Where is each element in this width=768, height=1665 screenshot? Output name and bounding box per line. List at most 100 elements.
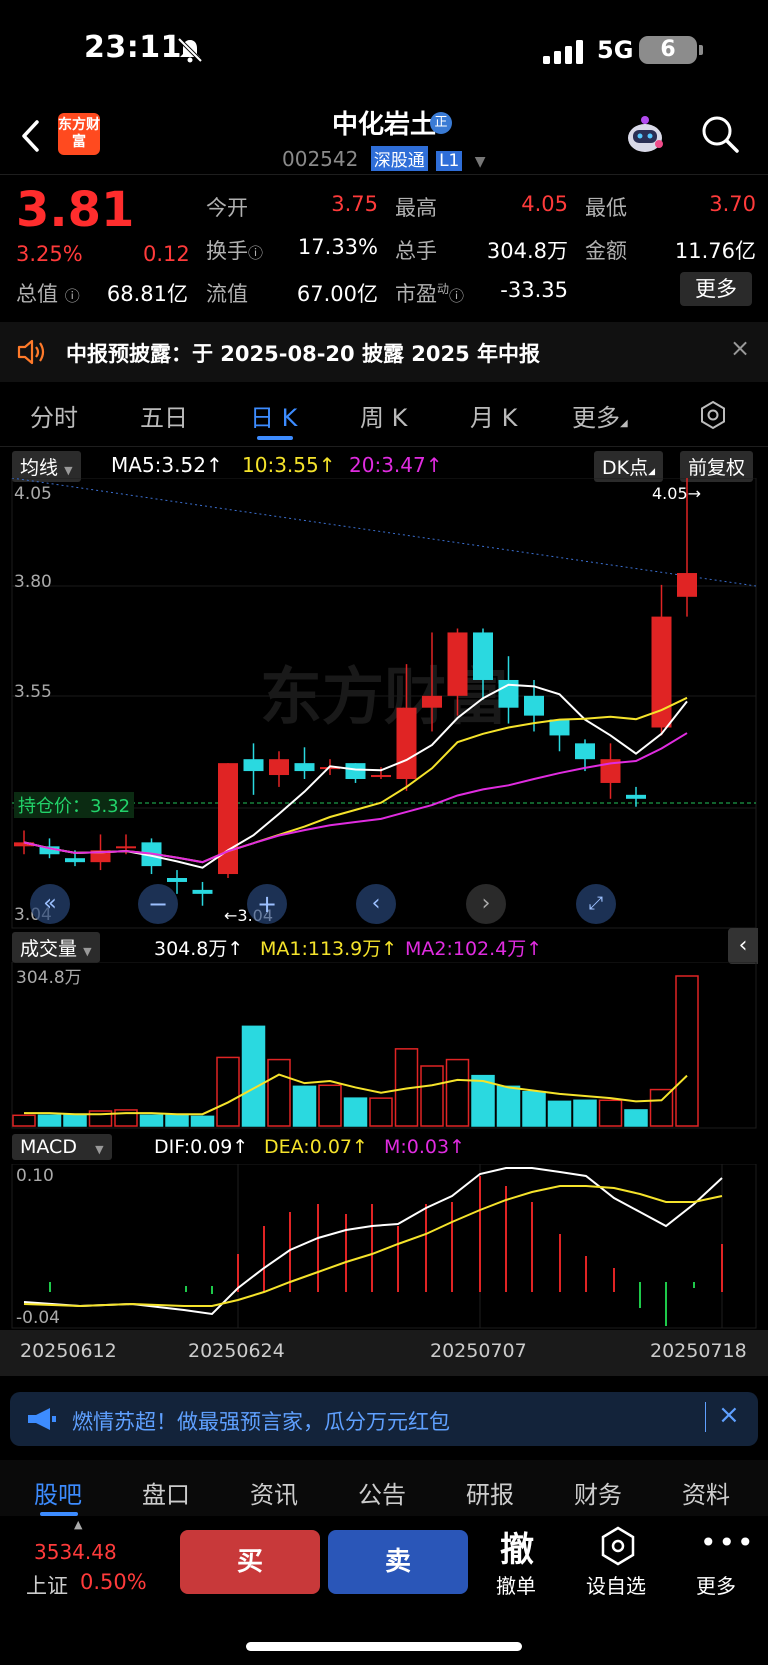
buy-button[interactable]: 买 bbox=[180, 1530, 320, 1594]
ma10-text: 10:3.55 bbox=[242, 453, 319, 477]
tab-active-indicator bbox=[40, 1512, 78, 1516]
volume-bar bbox=[649, 1088, 674, 1127]
index-name[interactable]: 上证 bbox=[26, 1570, 68, 1600]
turnover-value: 17.33% bbox=[297, 235, 378, 259]
clock: 23:11 bbox=[84, 30, 182, 65]
volume-bar bbox=[318, 1084, 342, 1127]
candle-body bbox=[116, 846, 136, 849]
volume-axis-top: 304.8万 bbox=[16, 968, 82, 988]
tab-finance[interactable]: 财务 bbox=[574, 1475, 622, 1510]
mute-bell-icon bbox=[177, 37, 203, 63]
candle-body bbox=[167, 878, 187, 882]
date-label: 20250624 bbox=[188, 1340, 285, 1362]
divider bbox=[0, 174, 768, 175]
macd-dea: DEA:0.07↑ bbox=[264, 1136, 368, 1158]
add-watchlist-label[interactable]: 设自选 bbox=[586, 1570, 646, 1599]
collapse-panel-button[interactable]: ‹ bbox=[728, 928, 758, 964]
network-type: 5G bbox=[597, 36, 634, 64]
date-label: 20250707 bbox=[430, 1340, 527, 1362]
turnover-label-text: 换手 bbox=[206, 239, 248, 263]
volume-bar bbox=[190, 1115, 215, 1127]
candle-body bbox=[371, 775, 391, 778]
macd-dea-text: DEA:0.07 bbox=[264, 1136, 353, 1158]
dropdown-caret-icon[interactable]: ▼ bbox=[475, 154, 486, 170]
ma20-text: 20:3.47 bbox=[349, 453, 426, 477]
volume-current: 304.8万↑ bbox=[154, 938, 244, 960]
settings-gear-icon[interactable] bbox=[698, 400, 728, 430]
tab-research[interactable]: 研报 bbox=[466, 1475, 514, 1510]
ma5-label: MA5:3.52↑ bbox=[111, 453, 223, 477]
scroll-left-button[interactable]: « bbox=[30, 884, 70, 924]
tab-active-indicator bbox=[257, 436, 293, 440]
info-icon[interactable]: ⓘ bbox=[248, 244, 263, 262]
sell-button[interactable]: 卖 bbox=[328, 1530, 468, 1594]
tab-more[interactable]: 更多◢ bbox=[572, 398, 628, 433]
next-button[interactable]: › bbox=[466, 884, 506, 924]
cancel-order-icon[interactable]: 撤 bbox=[500, 1522, 534, 1571]
macd-m-text: M:0.03 bbox=[384, 1136, 450, 1158]
volume-bar bbox=[165, 1114, 189, 1127]
high-value: 4.05 bbox=[521, 192, 568, 216]
pe-label: 市盈动ⓘ bbox=[395, 278, 464, 308]
close-icon[interactable]: × bbox=[718, 1400, 740, 1430]
tab-announce[interactable]: 公告 bbox=[358, 1475, 406, 1510]
cost-price-label: 持仓价：3.32 bbox=[14, 792, 135, 818]
zoom-out-button[interactable]: − bbox=[138, 884, 178, 924]
megaphone-icon bbox=[28, 1408, 56, 1430]
volume-bar bbox=[522, 1090, 546, 1127]
volume-bar bbox=[624, 1109, 648, 1127]
tab-weekly[interactable]: 周 K bbox=[360, 398, 407, 433]
cancel-order-label[interactable]: 撤单 bbox=[496, 1570, 536, 1599]
candle-body bbox=[243, 759, 264, 772]
fullscreen-icon[interactable]: ⤢ bbox=[576, 884, 616, 924]
tab-monthly[interactable]: 月 K bbox=[470, 398, 517, 433]
candle-body bbox=[575, 743, 595, 760]
promo-banner[interactable]: 燃情苏超！做最强预言家，瓜分万元红包 × bbox=[10, 1392, 758, 1446]
y-axis-top: 4.05 bbox=[14, 484, 52, 504]
tab-news[interactable]: 资讯 bbox=[250, 1475, 298, 1510]
volume-bar bbox=[369, 1097, 393, 1127]
mcap-label-text: 总值 bbox=[16, 282, 58, 306]
prev-button[interactable]: ‹ bbox=[356, 884, 396, 924]
macd-dif: DIF:0.09↑ bbox=[154, 1136, 249, 1158]
more-quote-button[interactable]: 更多 bbox=[680, 272, 752, 306]
tab-daily[interactable]: 日 K bbox=[250, 398, 297, 433]
notice-bar[interactable]: 中报预披露：于 2025-08-20 披露 2025 年中报 × bbox=[0, 322, 768, 382]
kline-chart[interactable]: 东方财富 bbox=[0, 478, 768, 930]
more-actions-label[interactable]: 更多 bbox=[696, 1570, 736, 1599]
info-icon[interactable]: ⓘ bbox=[65, 287, 80, 305]
tab-intraday[interactable]: 分时 bbox=[30, 398, 78, 433]
close-icon[interactable]: × bbox=[730, 334, 750, 362]
watermark: 东方财富 bbox=[260, 660, 508, 733]
home-indicator bbox=[246, 1642, 522, 1651]
low-label: 最低 bbox=[585, 196, 627, 220]
more-dots-icon[interactable]: ••• bbox=[700, 1526, 756, 1559]
add-watchlist-icon[interactable] bbox=[600, 1526, 636, 1566]
macd-select[interactable]: MACD ▼ bbox=[12, 1134, 112, 1160]
robot-assistant-icon[interactable] bbox=[622, 112, 668, 158]
ma-select-label: 均线 bbox=[20, 457, 59, 479]
tab-orderbook[interactable]: 盘口 bbox=[142, 1475, 190, 1510]
tab-more-label: 更多 bbox=[572, 404, 620, 432]
tab-5day[interactable]: 五日 bbox=[140, 398, 188, 433]
tab-profile[interactable]: 资料 bbox=[682, 1475, 730, 1510]
candle-body bbox=[65, 858, 85, 863]
info-icon[interactable]: ⓘ bbox=[449, 287, 464, 305]
candle-body bbox=[269, 759, 289, 776]
macd-select-label: MACD bbox=[20, 1136, 77, 1158]
search-icon[interactable] bbox=[700, 114, 740, 154]
index-value[interactable]: 3534.48 bbox=[34, 1540, 117, 1564]
volume-bar bbox=[598, 1099, 623, 1127]
volume-bar bbox=[675, 975, 699, 1127]
vol-ma2-text: MA2:102.4万 bbox=[405, 938, 527, 960]
tab-forum[interactable]: 股吧 bbox=[34, 1475, 82, 1510]
volume-bar bbox=[496, 1085, 521, 1127]
candle-body bbox=[447, 632, 468, 696]
zoom-in-button[interactable]: + bbox=[247, 884, 287, 924]
turnover-label: 换手ⓘ bbox=[206, 235, 263, 265]
notice-text: 中报预披露：于 2025-08-20 披露 2025 年中报 bbox=[66, 342, 541, 366]
vol-ma1-text: MA1:113.9万 bbox=[260, 938, 382, 960]
volume-select[interactable]: 成交量 ▼ bbox=[12, 932, 100, 963]
index-pct[interactable]: 0.50% bbox=[80, 1570, 147, 1594]
pe-sup: 动 bbox=[437, 282, 450, 296]
